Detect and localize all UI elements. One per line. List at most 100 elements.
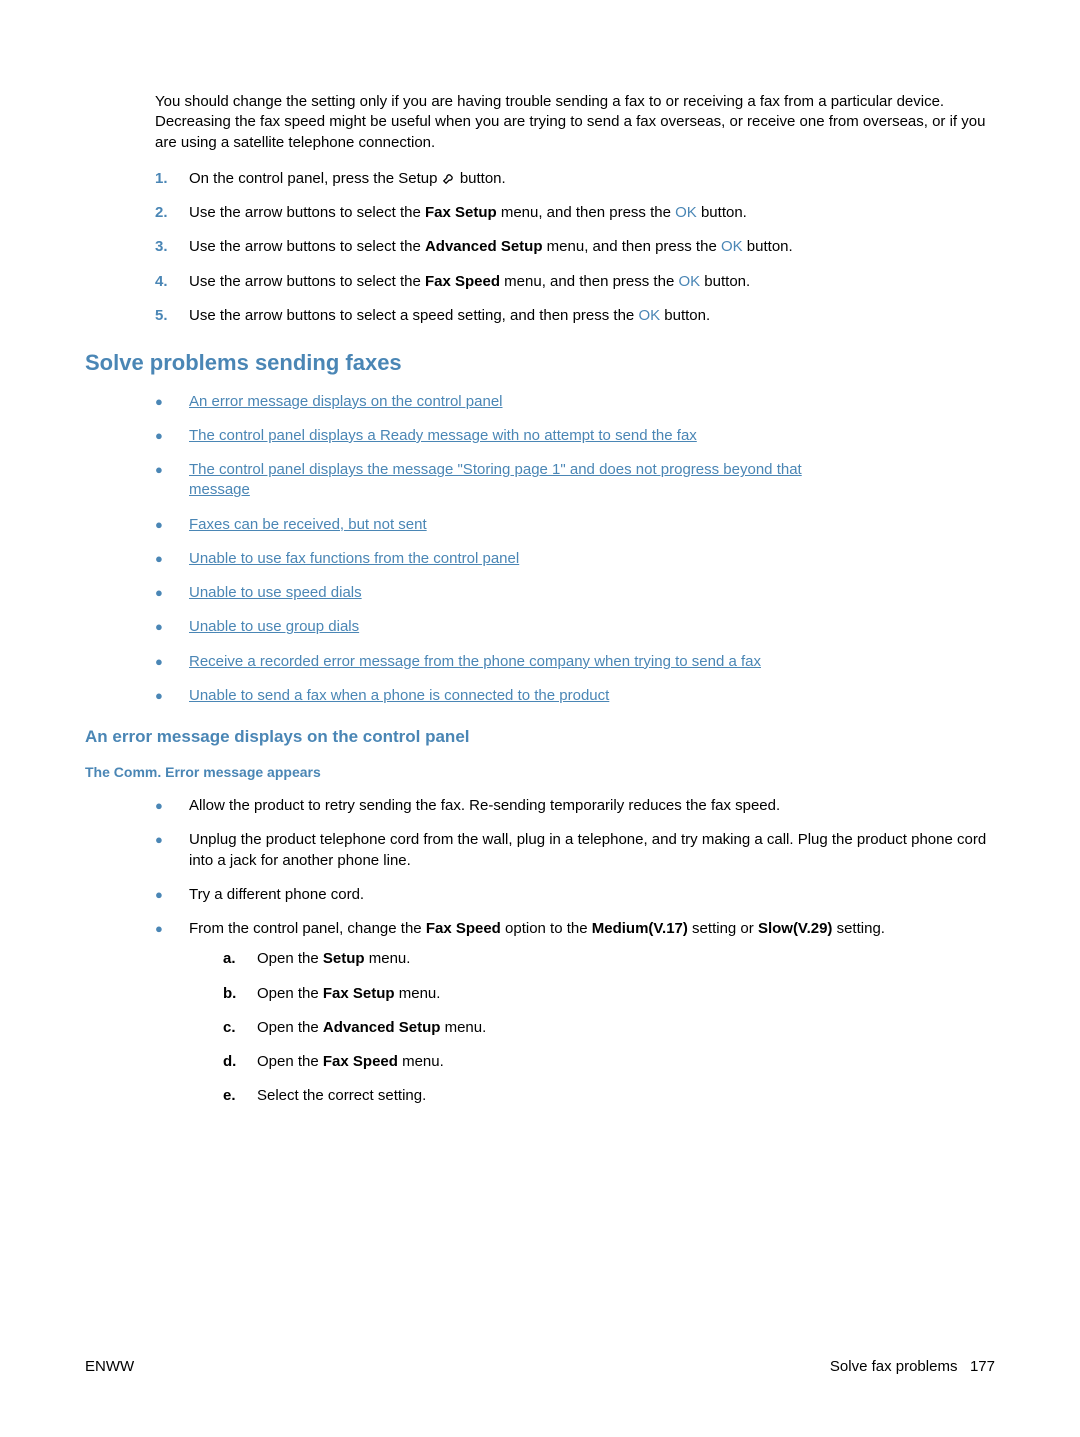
link-list: ●An error message displays on the contro… [155,392,995,707]
bullet-icon: ● [155,583,189,603]
sub-step-e: e.Select the correct setting. [223,1086,995,1106]
list-item: ●The control panel displays the message … [155,460,995,501]
link-wrapper: The control panel displays the message "… [189,460,995,501]
bullet-icon: ● [155,919,189,939]
sub-step-letter: d. [223,1052,257,1072]
link-storing-page-1[interactable]: The control panel displays the message "… [189,461,802,498]
sub-step-c: c.Open the Advanced Setup menu. [223,1018,995,1038]
text-part: option to the [501,920,592,937]
link-wrapper: The control panel displays a Ready messa… [189,426,995,446]
step-3: 3. Use the arrow buttons to select the A… [155,237,995,257]
link-error-message[interactable]: An error message displays on the control… [189,393,503,410]
list-item: ●Unplug the product telephone cord from … [155,830,995,871]
text-part: Open the [257,950,323,967]
list-text: Allow the product to retry sending the f… [189,796,995,816]
footer-section-name: Solve fax problems [830,1358,958,1375]
list-item: ●Unable to use speed dials [155,583,995,603]
link-wrapper: Faxes can be received, but not sent [189,515,995,535]
step-number: 3. [155,237,189,257]
link-recorded-error[interactable]: Receive a recorded error message from th… [189,653,761,670]
bullet-icon: ● [155,392,189,412]
list-text: From the control panel, change the Fax S… [189,919,995,1121]
step-2: 2. Use the arrow buttons to select the F… [155,203,995,223]
bold-text: Fax Setup [425,204,497,221]
text-part: menu. [440,1019,486,1036]
list-item: ●Try a different phone cord. [155,885,995,905]
link-wrapper: Unable to use speed dials [189,583,995,603]
bullet-icon: ● [155,652,189,672]
text-part: Use the arrow buttons to select the [189,238,425,255]
sub-step-letter: b. [223,984,257,1004]
numbered-steps-list: 1. On the control panel, press the Setup… [155,169,995,326]
sub-step-text: Open the Fax Speed menu. [257,1052,995,1072]
troubleshoot-list: ● Allow the product to retry sending the … [155,796,995,1121]
text-part: Open the [257,985,323,1002]
sub-steps-list: a.Open the Setup menu. b.Open the Fax Se… [223,949,995,1106]
list-item: ●Receive a recorded error message from t… [155,652,995,672]
link-line-2: message [189,481,250,498]
step-4: 4. Use the arrow buttons to select the F… [155,272,995,292]
bold-text: Fax Speed [425,273,500,290]
wrench-icon [442,171,456,185]
bold-text: Fax Speed [426,920,501,937]
ok-text: OK [721,238,743,255]
sub-step-text: Open the Setup menu. [257,949,995,969]
list-text: Unplug the product telephone cord from t… [189,830,995,871]
list-item: ●Unable to use group dials [155,617,995,637]
sub-step-text: Open the Fax Setup menu. [257,984,995,1004]
ok-text: OK [678,273,700,290]
text-part: Use the arrow buttons to select a speed … [189,307,638,324]
link-group-dials[interactable]: Unable to use group dials [189,618,359,635]
bold-text: Advanced Setup [425,238,543,255]
bullet-icon: ● [155,460,189,480]
text-part: Use the arrow buttons to select the [189,273,425,290]
list-item: ●An error message displays on the contro… [155,392,995,412]
link-received-not-sent[interactable]: Faxes can be received, but not sent [189,516,427,533]
list-item: ●Unable to use fax functions from the co… [155,549,995,569]
footer-left: ENWW [85,1357,134,1377]
text-part: Open the [257,1019,323,1036]
step-number: 1. [155,169,189,189]
link-ready-no-attempt[interactable]: The control panel displays a Ready messa… [189,427,697,444]
content-block: You should change the setting only if yo… [155,92,995,1121]
sub-step-text: Select the correct setting. [257,1086,995,1106]
sub-step-letter: a. [223,949,257,969]
text-part: button. [660,307,710,324]
page-footer: ENWW Solve fax problems 177 [85,1357,995,1377]
intro-paragraph: You should change the setting only if yo… [155,92,995,153]
text-part: menu. [395,985,441,1002]
step-5: 5. Use the arrow buttons to select a spe… [155,306,995,326]
text-part: menu, and then press the [497,204,675,221]
text-part: menu, and then press the [500,273,678,290]
page: You should change the setting only if yo… [0,0,1080,1437]
link-line-1: The control panel displays the message "… [189,461,802,478]
bullet-icon: ● [155,686,189,706]
bold-text: Fax Speed [323,1053,398,1070]
text-part: From the control panel, change the [189,920,426,937]
link-phone-connected[interactable]: Unable to send a fax when a phone is con… [189,687,609,704]
list-item: ●Faxes can be received, but not sent [155,515,995,535]
link-wrapper: Unable to send a fax when a phone is con… [189,686,995,706]
link-wrapper: An error message displays on the control… [189,392,995,412]
sub-step-b: b.Open the Fax Setup menu. [223,984,995,1004]
step-text: On the control panel, press the Setup bu… [189,169,995,189]
sub-step-d: d.Open the Fax Speed menu. [223,1052,995,1072]
link-fax-functions[interactable]: Unable to use fax functions from the con… [189,550,519,567]
section-heading: Solve problems sending faxes [85,348,995,378]
step-number: 5. [155,306,189,326]
link-speed-dials[interactable]: Unable to use speed dials [189,584,362,601]
list-item: ●Unable to send a fax when a phone is co… [155,686,995,706]
step-text: Use the arrow buttons to select the Fax … [189,203,995,223]
footer-right: Solve fax problems 177 [830,1357,995,1377]
bullet-icon: ● [155,426,189,446]
bold-text: Fax Setup [323,985,395,1002]
bullet-icon: ● [155,549,189,569]
text-part: menu, and then press the [543,238,721,255]
step-number: 4. [155,272,189,292]
sub-heading-1: An error message displays on the control… [85,726,995,749]
sub-heading-2: The Comm. Error message appears [85,763,995,782]
text-part: Use the arrow buttons to select the [189,204,425,221]
list-text: Try a different phone cord. [189,885,995,905]
text-part: button. [700,273,750,290]
bullet-icon: ● [155,515,189,535]
